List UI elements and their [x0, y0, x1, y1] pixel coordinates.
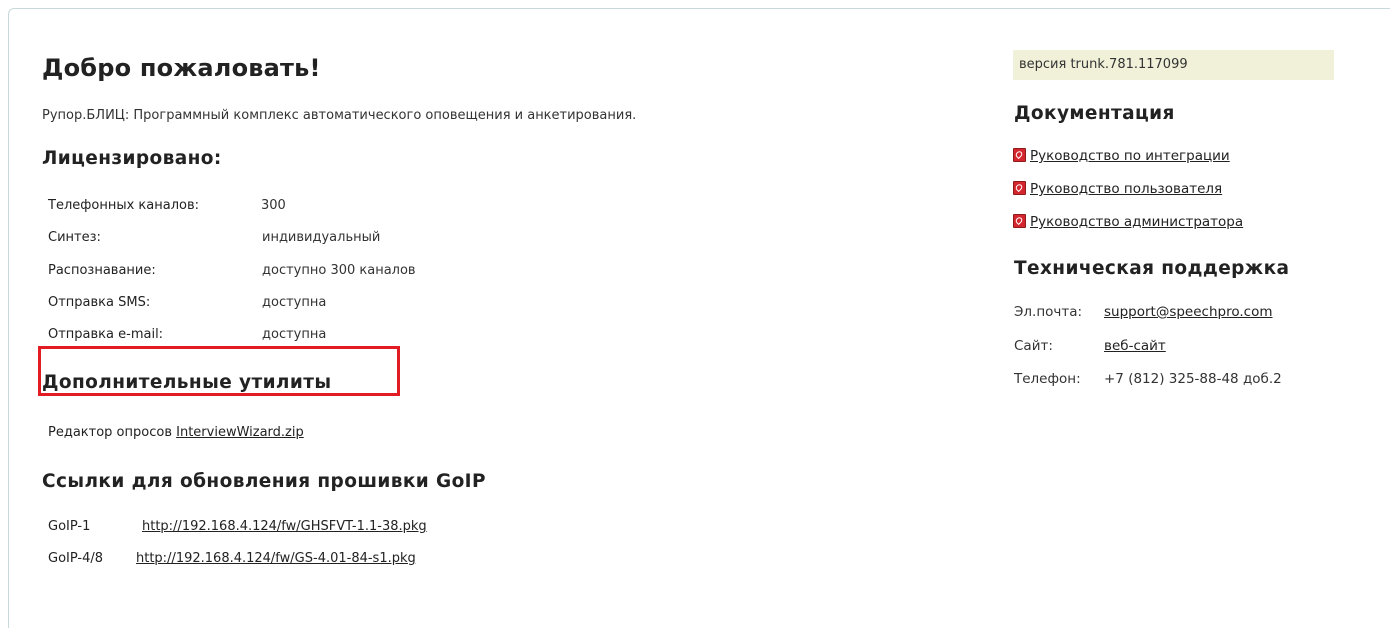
license-value: 300	[261, 198, 286, 213]
doc-link-admin[interactable]: Руководство администратора	[1030, 214, 1243, 230]
license-label: Распознавание:	[48, 263, 156, 278]
docs-heading: Документация	[1014, 103, 1175, 124]
support-heading: Техническая поддержка	[1014, 258, 1290, 279]
support-site-row: Сайт: веб-сайт	[1014, 338, 1166, 354]
firmware-link[interactable]: http://192.168.4.124/fw/GS-4.01-84-s1.pk…	[136, 551, 416, 566]
license-value: индивидуальный	[262, 230, 381, 245]
license-label: Телефонных каналов:	[48, 198, 199, 213]
site-label: Сайт:	[1014, 338, 1053, 354]
pdf-icon	[1013, 181, 1026, 195]
doc-item[interactable]: Руководство пользователя	[1013, 181, 1222, 197]
license-value: доступно 300 каналов	[262, 263, 416, 278]
editor-row: Редактор опросов InterviewWizard.zip	[48, 425, 304, 440]
doc-item[interactable]: Руководство по интеграции	[1013, 148, 1230, 164]
interview-wizard-link[interactable]: InterviewWizard.zip	[176, 425, 304, 440]
license-label: Синтез:	[48, 230, 101, 245]
product-description: Рупор.БЛИЦ: Программный комплекс автомат…	[42, 108, 637, 123]
license-value: доступна	[262, 327, 327, 342]
license-value: доступна	[262, 295, 327, 310]
doc-link-integration[interactable]: Руководство по интеграции	[1030, 148, 1230, 164]
email-label: Эл.почта:	[1014, 304, 1083, 320]
version-badge: версия trunk.781.117099	[1013, 50, 1334, 80]
support-phone: +7 (812) 325-88-48 доб.2	[1104, 371, 1282, 387]
support-site-link[interactable]: веб-сайт	[1104, 338, 1166, 354]
phone-label: Телефон:	[1014, 371, 1081, 387]
pdf-icon	[1013, 148, 1026, 162]
page-title: Добро пожаловать!	[42, 54, 321, 82]
license-label: Отправка e-mail:	[48, 327, 164, 342]
support-email-row: Эл.почта: support@speechpro.com	[1014, 304, 1273, 320]
firmware-heading: Ссылки для обновления прошивки GoIP	[42, 471, 486, 492]
goip-label: GoIP-1	[48, 519, 91, 534]
utilities-heading: Дополнительные утилиты	[42, 372, 332, 393]
support-phone-row: Телефон: +7 (812) 325-88-48 доб.2	[1014, 371, 1282, 387]
editor-label: Редактор опросов	[48, 425, 172, 440]
doc-item[interactable]: Руководство администратора	[1013, 214, 1243, 230]
pdf-icon	[1013, 214, 1026, 228]
licensed-heading: Лицензировано:	[42, 148, 222, 169]
doc-link-user[interactable]: Руководство пользователя	[1030, 181, 1222, 197]
support-email-link[interactable]: support@speechpro.com	[1104, 304, 1273, 320]
firmware-link[interactable]: http://192.168.4.124/fw/GHSFVT-1.1-38.pk…	[142, 519, 427, 534]
license-label: Отправка SMS:	[48, 295, 151, 310]
goip-label: GoIP-4/8	[48, 551, 104, 566]
